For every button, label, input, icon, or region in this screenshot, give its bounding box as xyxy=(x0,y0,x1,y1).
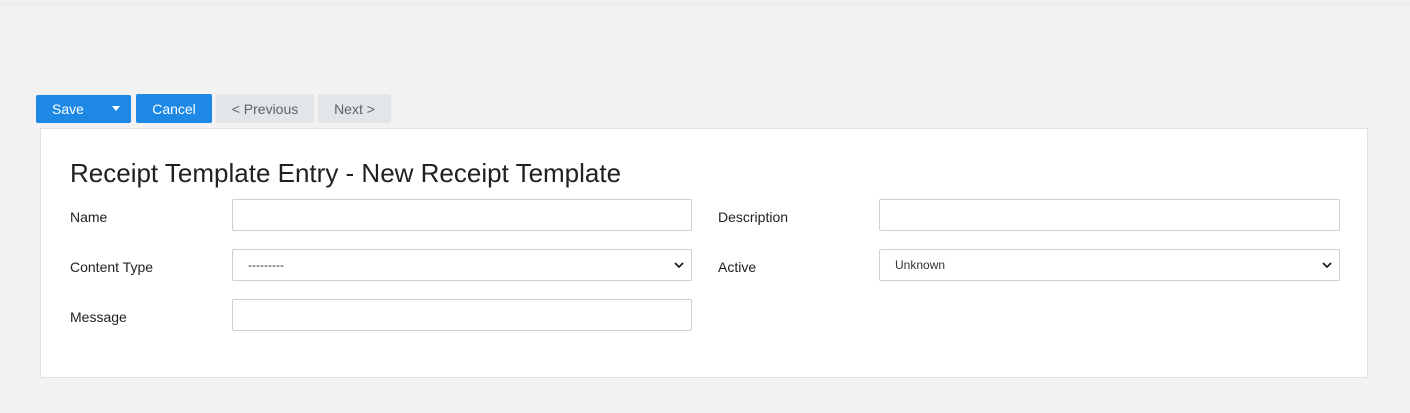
save-button-group: Save xyxy=(36,94,131,123)
cancel-button[interactable]: Cancel xyxy=(136,94,212,123)
top-bar xyxy=(0,0,1410,2)
active-selected-value: Unknown xyxy=(895,258,946,272)
description-label: Description xyxy=(718,209,789,225)
content-type-select[interactable]: --------- xyxy=(232,249,692,281)
save-button[interactable]: Save xyxy=(36,94,100,123)
message-label: Message xyxy=(70,309,127,325)
form-card: Receipt Template Entry - New Receipt Tem… xyxy=(40,128,1368,378)
content-type-selected-value: --------- xyxy=(248,258,284,272)
caret-down-icon xyxy=(111,106,120,111)
save-options-button[interactable] xyxy=(100,94,131,123)
chevron-down-icon xyxy=(1321,259,1333,271)
active-label: Active xyxy=(718,259,757,275)
description-input[interactable] xyxy=(879,199,1340,231)
name-input[interactable] xyxy=(232,199,692,231)
name-label: Name xyxy=(70,209,108,225)
next-button[interactable]: Next > xyxy=(318,94,391,123)
message-input[interactable] xyxy=(232,299,692,331)
content-type-label: Content Type xyxy=(70,259,154,275)
form-toolbar: Save Cancel < Previous Next > xyxy=(36,94,391,123)
active-select[interactable]: Unknown xyxy=(879,249,1340,281)
page-title: Receipt Template Entry - New Receipt Tem… xyxy=(70,158,622,188)
previous-button[interactable]: < Previous xyxy=(216,94,314,123)
chevron-down-icon xyxy=(673,259,685,271)
